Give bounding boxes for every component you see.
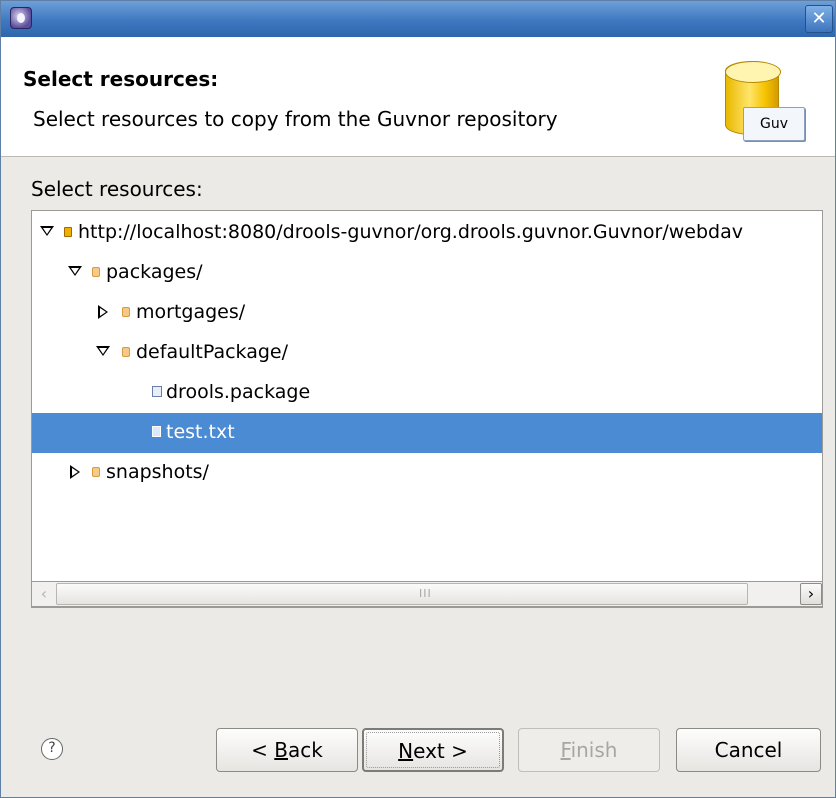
tree-node-defaultpackage[interactable]: defaultPackage/ bbox=[32, 333, 822, 373]
back-button[interactable]: < Back bbox=[216, 728, 358, 772]
guvnor-repository-icon: Guv bbox=[721, 55, 807, 147]
finish-label-suffix: inish bbox=[570, 738, 618, 762]
wizard-title: Select resources: bbox=[23, 67, 219, 91]
folder-icon bbox=[122, 307, 130, 317]
back-label-prefix: < bbox=[251, 738, 275, 762]
title-bar[interactable]: ✕ bbox=[1, 1, 835, 37]
tree-node-label: snapshots/ bbox=[106, 461, 209, 483]
select-resources-label: Select resources: bbox=[31, 177, 203, 201]
tree-node-label: test.txt bbox=[166, 421, 235, 443]
close-icon: ✕ bbox=[811, 8, 827, 29]
close-button[interactable]: ✕ bbox=[805, 5, 833, 33]
horizontal-scrollbar[interactable]: ‹ III › bbox=[31, 581, 823, 607]
eclipse-app-icon bbox=[10, 7, 32, 29]
scrollbar-grip: III bbox=[419, 587, 432, 600]
next-mnemonic: N bbox=[398, 739, 414, 763]
tree-node-label: drools.package bbox=[166, 381, 311, 403]
guv-label: Guv bbox=[743, 107, 805, 141]
next-label-suffix: ext > bbox=[413, 739, 468, 763]
tree-node-drools-package[interactable]: drools.package bbox=[32, 373, 822, 413]
back-mnemonic: B bbox=[274, 738, 288, 762]
scroll-left-button[interactable]: ‹ bbox=[33, 583, 55, 605]
tree-node-mortgages[interactable]: mortgages/ bbox=[32, 293, 822, 333]
tree-node-label: defaultPackage/ bbox=[136, 341, 289, 363]
folder-icon bbox=[122, 347, 130, 357]
package-file-icon bbox=[152, 386, 162, 397]
wizard-header: Select resources: Select resources to co… bbox=[1, 37, 835, 157]
wizard-description: Select resources to copy from the Guvnor… bbox=[33, 107, 558, 131]
text-file-icon bbox=[152, 426, 161, 437]
resource-tree[interactable]: http://localhost:8080/drools-guvnor/org.… bbox=[31, 210, 823, 608]
tree-node-label: mortgages/ bbox=[136, 301, 246, 323]
expanded-twisty-icon[interactable] bbox=[68, 265, 82, 279]
scroll-right-button[interactable]: › bbox=[800, 583, 822, 605]
help-icon[interactable]: ? bbox=[41, 738, 63, 760]
tree-node-packages[interactable]: packages/ bbox=[32, 253, 822, 293]
cancel-button[interactable]: Cancel bbox=[676, 728, 821, 772]
chevron-left-icon: ‹ bbox=[40, 584, 48, 603]
collapsed-twisty-icon[interactable] bbox=[68, 465, 82, 479]
tree-node-snapshots[interactable]: snapshots/ bbox=[32, 453, 822, 493]
next-button[interactable]: Next > bbox=[362, 728, 504, 772]
chevron-right-icon: › bbox=[807, 584, 815, 603]
finish-button[interactable]: Finish bbox=[518, 728, 660, 772]
folder-icon bbox=[92, 467, 100, 477]
expanded-twisty-icon[interactable] bbox=[96, 345, 110, 359]
collapsed-twisty-icon[interactable] bbox=[96, 305, 110, 319]
folder-icon bbox=[92, 267, 100, 277]
expanded-twisty-icon[interactable] bbox=[40, 225, 54, 239]
finish-mnemonic: F bbox=[560, 738, 571, 762]
scrollbar-thumb[interactable]: III bbox=[56, 583, 748, 605]
tree-node-label: http://localhost:8080/drools-guvnor/org.… bbox=[78, 221, 743, 243]
tree-node-label: packages/ bbox=[106, 261, 203, 283]
back-label-suffix: ack bbox=[288, 738, 323, 762]
server-icon bbox=[64, 227, 72, 237]
tree-node-test-txt[interactable]: test.txt bbox=[32, 413, 822, 453]
tree-node-server[interactable]: http://localhost:8080/drools-guvnor/org.… bbox=[32, 213, 822, 253]
wizard-dialog: ✕ Select resources: Select resources to … bbox=[0, 0, 836, 798]
